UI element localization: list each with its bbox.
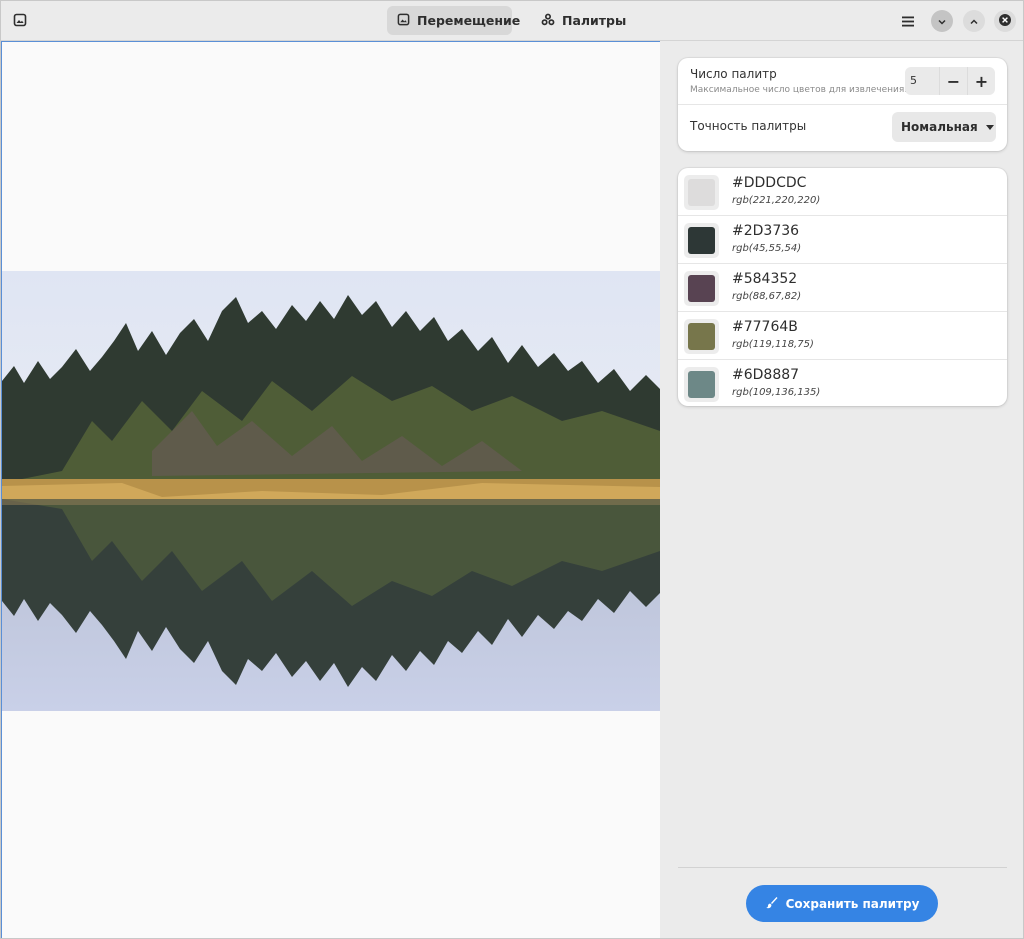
main-menu-button[interactable] — [896, 9, 920, 33]
color-swatch-button[interactable] — [684, 367, 719, 402]
app-image-icon[interactable] — [7, 7, 33, 33]
palette-accuracy-value: Номальная — [901, 120, 978, 134]
palette-sidebar: Число палитр Максимальное число цветов д… — [661, 42, 1023, 938]
hamburger-icon — [902, 12, 914, 31]
color-row[interactable]: #6D8887 rgb(109,136,135) — [678, 360, 1007, 408]
tab-move-label: Перемещение — [417, 13, 521, 28]
decrement-button[interactable]: − — [939, 67, 967, 95]
tab-palettes[interactable]: Палитры — [531, 6, 627, 35]
chevron-down-icon — [985, 125, 994, 130]
color-swatch-button[interactable] — [684, 271, 719, 306]
color-row[interactable]: #2D3736 rgb(45,55,54) — [678, 216, 1007, 264]
color-row[interactable]: #DDDCDC rgb(221,220,220) — [678, 168, 1007, 216]
minus-icon: − — [946, 71, 961, 91]
palette-count-subtitle: Максимальное число цветов для извлечения… — [690, 85, 908, 95]
brush-icon — [765, 896, 778, 912]
color-swatch-button[interactable] — [684, 319, 719, 354]
color-rgb: rgb(88,67,82) — [732, 291, 802, 302]
color-swatch — [688, 371, 715, 398]
palette-count-input[interactable]: 5 — [905, 67, 939, 95]
palette-count-stepper[interactable]: 5 − + — [905, 67, 995, 95]
close-icon — [998, 12, 1012, 31]
increment-button[interactable]: + — [967, 67, 995, 95]
color-swatch — [688, 179, 715, 206]
palette-count-title: Число палитр — [690, 67, 777, 81]
color-list-card: #DDDCDC rgb(221,220,220) #2D3736 rgb(45,… — [678, 168, 1007, 406]
color-swatch — [688, 323, 715, 350]
plus-icon: + — [974, 71, 989, 91]
color-rgb: rgb(119,118,75) — [732, 339, 814, 350]
maximize-button[interactable] — [963, 10, 985, 32]
color-row[interactable]: #77764B rgb(119,118,75) — [678, 312, 1007, 360]
minimize-button[interactable] — [931, 10, 953, 32]
app-window: Перемещение Палитры Число палитр Максима… — [0, 0, 1024, 939]
save-palette-label: Сохранить палитру — [785, 896, 920, 911]
color-hex: #DDDCDC — [732, 175, 807, 191]
color-hex: #77764B — [732, 319, 798, 335]
color-hex: #584352 — [732, 271, 798, 287]
color-rgb: rgb(109,136,135) — [732, 387, 821, 398]
color-swatch — [688, 275, 715, 302]
maximize-icon — [969, 12, 979, 31]
close-button[interactable] — [994, 10, 1016, 32]
tab-palettes-label: Палитры — [562, 13, 627, 28]
settings-card: Число палитр Максимальное число цветов д… — [678, 58, 1007, 151]
header-bar: Перемещение Палитры — [1, 1, 1023, 41]
color-rgb: rgb(45,55,54) — [732, 243, 802, 254]
palette-accuracy-dropdown[interactable]: Номальная — [892, 112, 996, 142]
color-hex: #6D8887 — [732, 367, 800, 383]
footer-divider — [678, 867, 1007, 868]
palette-accuracy-label: Точность палитры — [690, 119, 807, 133]
color-row[interactable]: #584352 rgb(88,67,82) — [678, 264, 1007, 312]
minimize-icon — [937, 12, 947, 31]
row-divider — [678, 104, 1007, 105]
color-rgb: rgb(221,220,220) — [732, 195, 821, 206]
save-palette-button[interactable]: Сохранить палитру — [746, 885, 938, 922]
image-view[interactable] — [1, 41, 660, 938]
tab-move[interactable]: Перемещение — [387, 6, 520, 35]
color-hex: #2D3736 — [732, 223, 800, 239]
image-icon — [397, 13, 410, 29]
landscape-photo — [2, 271, 660, 711]
color-swatch-button[interactable] — [684, 223, 719, 258]
color-swatch — [688, 227, 715, 254]
palette-icon — [541, 13, 555, 29]
color-swatch-button[interactable] — [684, 175, 719, 210]
